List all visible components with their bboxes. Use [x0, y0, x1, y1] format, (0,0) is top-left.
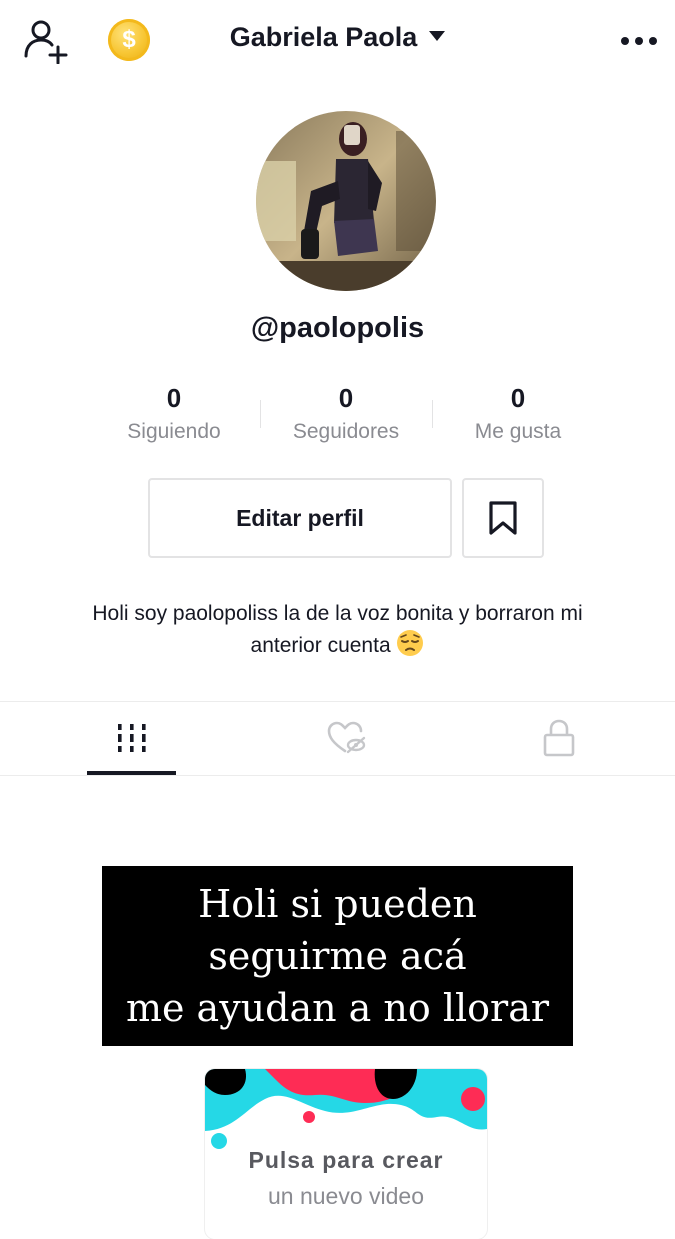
chevron-down-icon	[429, 30, 446, 41]
bio-text: Holi soy paolopoliss la de la voz bonita…	[92, 602, 583, 657]
top-bar: $ Gabriela Paola	[0, 0, 675, 84]
hidden-liked-heart-icon	[327, 721, 365, 754]
more-options-icon[interactable]	[617, 26, 661, 56]
stat-followers[interactable]: 0 Seguidores	[260, 380, 432, 444]
account-switcher[interactable]: Gabriela Paola	[188, 22, 488, 53]
tab-liked[interactable]	[234, 702, 459, 774]
caption-line: Holi si pueden	[198, 882, 477, 926]
coin-icon[interactable]: $	[108, 19, 150, 61]
username: @paolopolis	[250, 312, 425, 344]
likes-label: Me gusta	[474, 420, 562, 443]
following-label: Siguiendo	[127, 420, 221, 443]
tab-videos[interactable]	[19, 702, 244, 774]
divider	[0, 775, 675, 776]
account-name: Gabriela Paola	[229, 22, 418, 52]
profile-tabs	[0, 702, 675, 774]
pensive-face-emoji	[397, 630, 424, 656]
edit-profile-label: Editar perfil	[236, 504, 364, 531]
create-card-subtitle: un nuevo video	[267, 1183, 424, 1209]
tab-private[interactable]	[446, 702, 671, 774]
profile-stats: 0 Siguiendo 0 Seguidores 0 Me gusta	[88, 380, 604, 450]
create-card-title: Pulsa para crear	[248, 1147, 444, 1173]
lock-icon	[543, 719, 574, 757]
coin-symbol: $	[122, 26, 136, 53]
followers-label: Seguidores	[292, 420, 400, 443]
stat-likes[interactable]: 0 Me gusta	[432, 380, 604, 444]
edit-profile-button[interactable]: Editar perfil	[148, 478, 452, 558]
stat-following[interactable]: 0 Siguiendo	[88, 380, 260, 444]
overlay-caption: Holi si pueden seguirme acá me ayudan a …	[102, 866, 573, 1046]
favorites-button[interactable]	[462, 478, 544, 558]
profile-bio: Holi soy paolopoliss la de la voz bonita…	[60, 598, 615, 661]
followers-count: 0	[338, 383, 354, 413]
bookmark-icon	[489, 501, 517, 535]
caption-line: me ayudan a no llorar	[125, 986, 550, 1030]
caption-line: seguirme acá	[208, 934, 467, 978]
profile-avatar[interactable]	[256, 111, 436, 291]
likes-count: 0	[510, 383, 526, 413]
create-video-card[interactable]: Pulsa para crear un nuevo video	[205, 1069, 487, 1239]
following-count: 0	[166, 383, 182, 413]
add-user-icon[interactable]	[22, 18, 68, 65]
grid-icon	[117, 724, 146, 752]
